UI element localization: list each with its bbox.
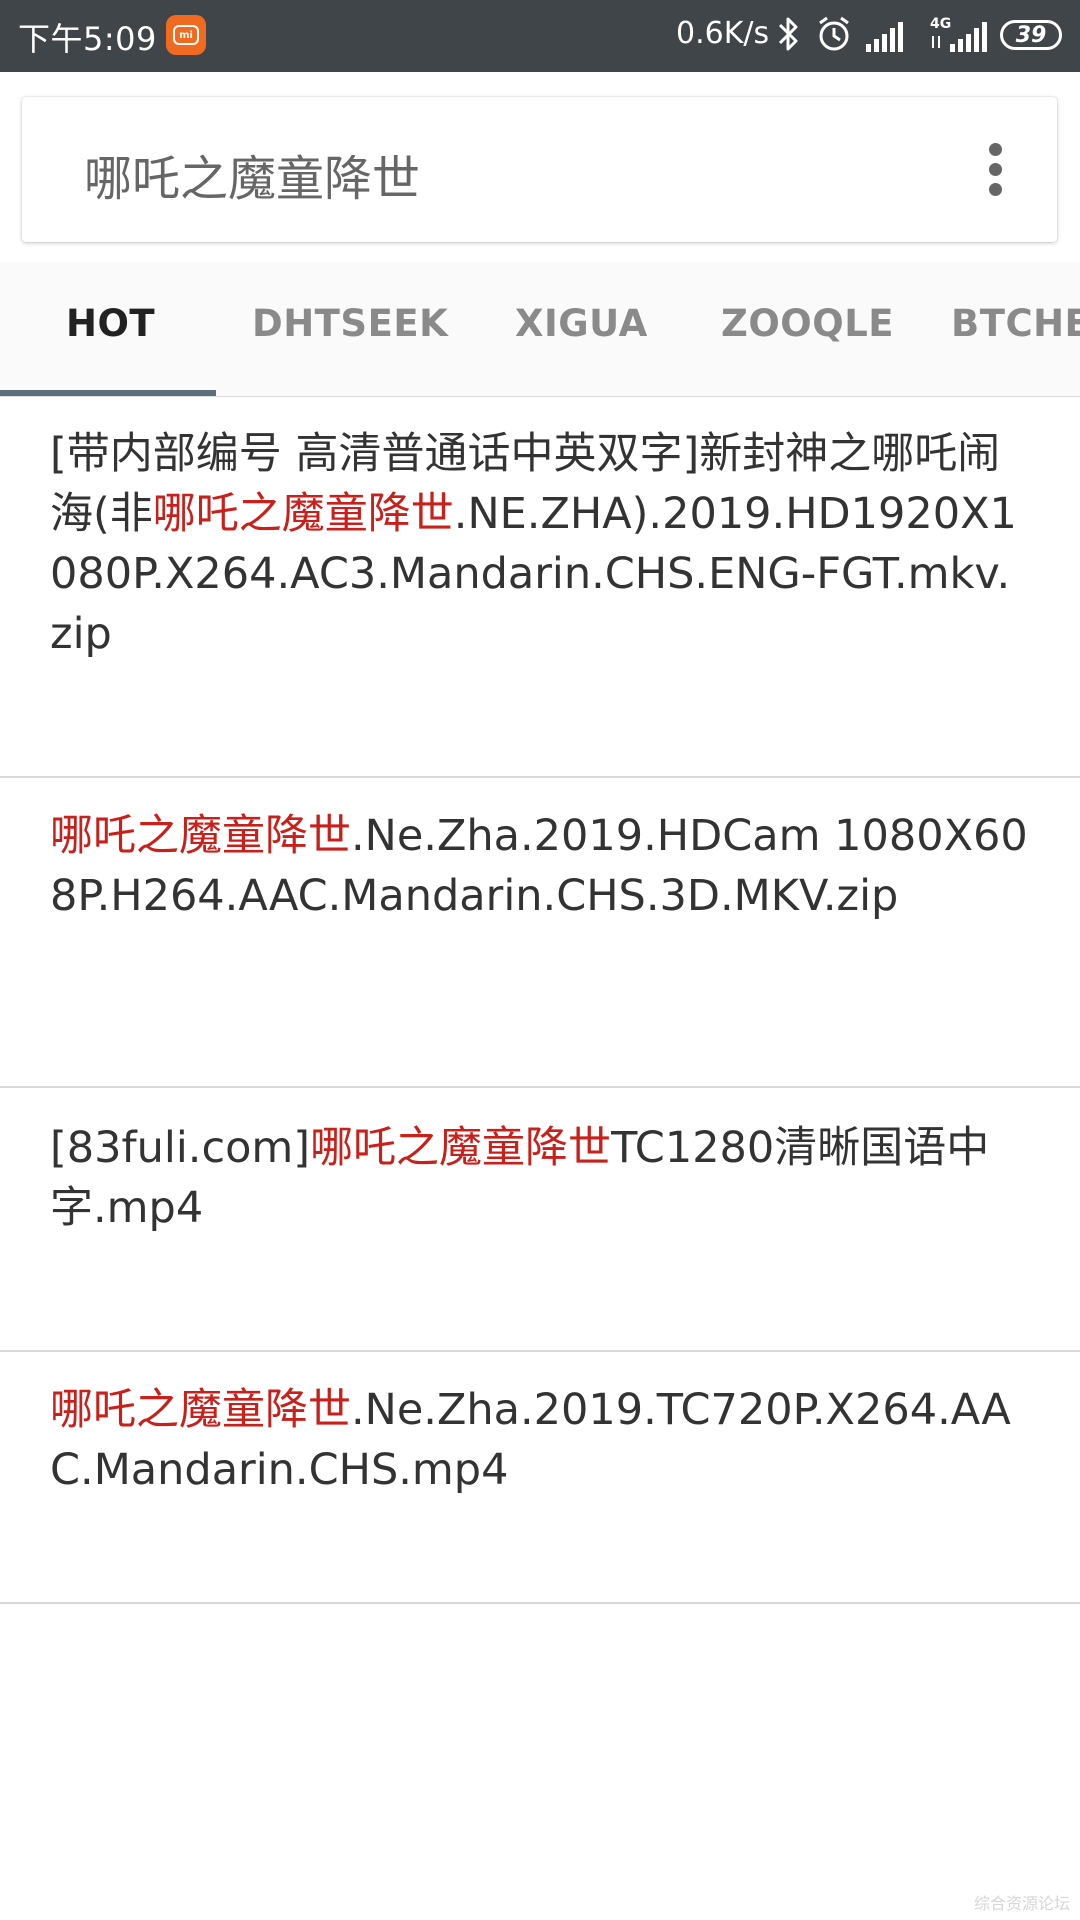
net-speed: 0.6K/s	[676, 16, 770, 51]
alarm-icon	[819, 16, 849, 51]
result-item[interactable]: [带内部编号 高清普通话中英双字]新封神之哪吒闹海(非哪吒之魔童降世.NE.ZH…	[0, 396, 1080, 778]
result-title-highlight: 哪吒之魔童降世	[152, 489, 454, 539]
result-list: [带内部编号 高清普通话中英双字]新封神之哪吒闹海(非哪吒之魔童降世.NE.ZH…	[0, 396, 1080, 1604]
mi-app-icon: mi	[166, 15, 206, 55]
result-title-highlight: 哪吒之魔童降世	[50, 811, 351, 861]
tab-xigua[interactable]: XIGUA	[515, 302, 648, 345]
tab-dhtseek[interactable]: DHTSEEK	[252, 302, 448, 345]
wifi-signal-icon	[866, 22, 903, 52]
bluetooth-icon	[778, 17, 798, 51]
tab-btche[interactable]: BTCHE	[951, 302, 1080, 345]
status-time: 下午5:09	[18, 20, 157, 58]
result-title: 哪吒之魔童降世.Ne.Zha.2019.HDCam 1080X608P.H264…	[50, 806, 1030, 926]
battery-level: 39	[1015, 22, 1047, 48]
network-type-label: 4G	[930, 16, 951, 32]
result-title: [带内部编号 高清普通话中英双字]新封神之哪吒闹海(非哪吒之魔童降世.NE.ZH…	[50, 424, 1030, 664]
battery-icon: 39	[1000, 20, 1062, 50]
tab-hot[interactable]: HOT	[66, 302, 155, 345]
search-query[interactable]: 哪吒之魔童降世	[84, 139, 420, 209]
result-title-highlight: 哪吒之魔童降世	[50, 1385, 351, 1435]
result-item[interactable]: 哪吒之魔童降世.Ne.Zha.2019.TC720P.X264.AAC.Mand…	[0, 1352, 1080, 1604]
result-title-highlight: 哪吒之魔童降世	[310, 1123, 612, 1173]
result-title-prefix: [83fuli.com]	[50, 1123, 311, 1173]
result-item[interactable]: 哪吒之魔童降世.Ne.Zha.2019.HDCam 1080X608P.H264…	[0, 778, 1080, 1088]
tab-bar: HOT DHTSEEK XIGUA ZOOQLE BTCHE	[0, 262, 1080, 397]
status-bar: 下午5:09 mi 0.6K/s 4G 39	[0, 0, 1080, 72]
watermark: 综合资源论坛	[973, 1894, 1070, 1913]
tab-zooqle[interactable]: ZOOQLE	[721, 302, 894, 345]
more-vertical-icon[interactable]	[989, 143, 1003, 196]
result-title: [83fuli.com]哪吒之魔童降世TC1280清晰国语中字.mp4	[50, 1118, 1030, 1238]
result-title: 哪吒之魔童降世.Ne.Zha.2019.TC720P.X264.AAC.Mand…	[50, 1380, 1030, 1500]
result-item[interactable]: [83fuli.com]哪吒之魔童降世TC1280清晰国语中字.mp4	[0, 1088, 1080, 1352]
search-bar[interactable]: 哪吒之魔童降世	[22, 97, 1057, 242]
cell-signal-icon: 4G	[930, 16, 987, 52]
